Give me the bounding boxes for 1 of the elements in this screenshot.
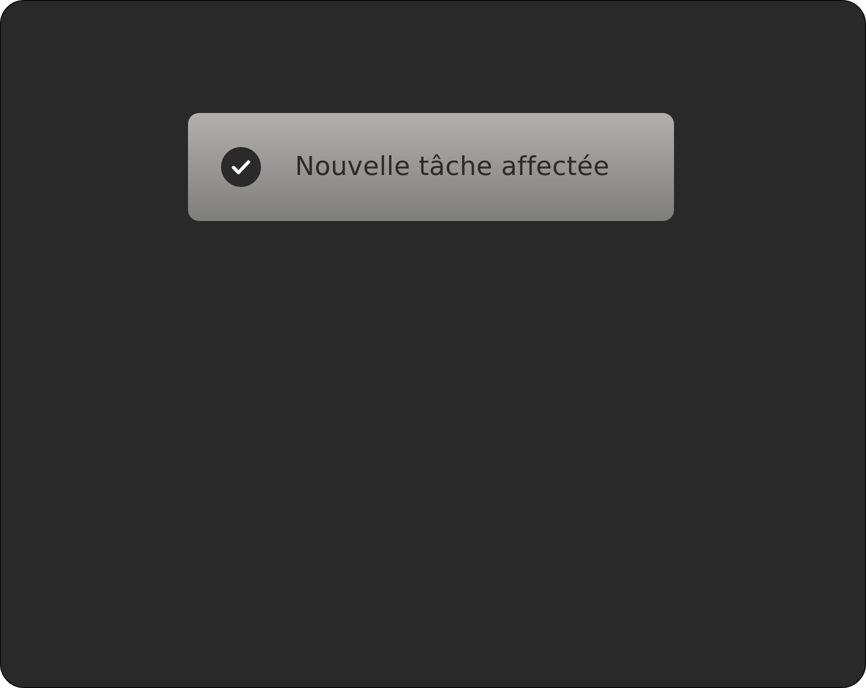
toast-message: Nouvelle tâche affectée [295, 150, 610, 184]
